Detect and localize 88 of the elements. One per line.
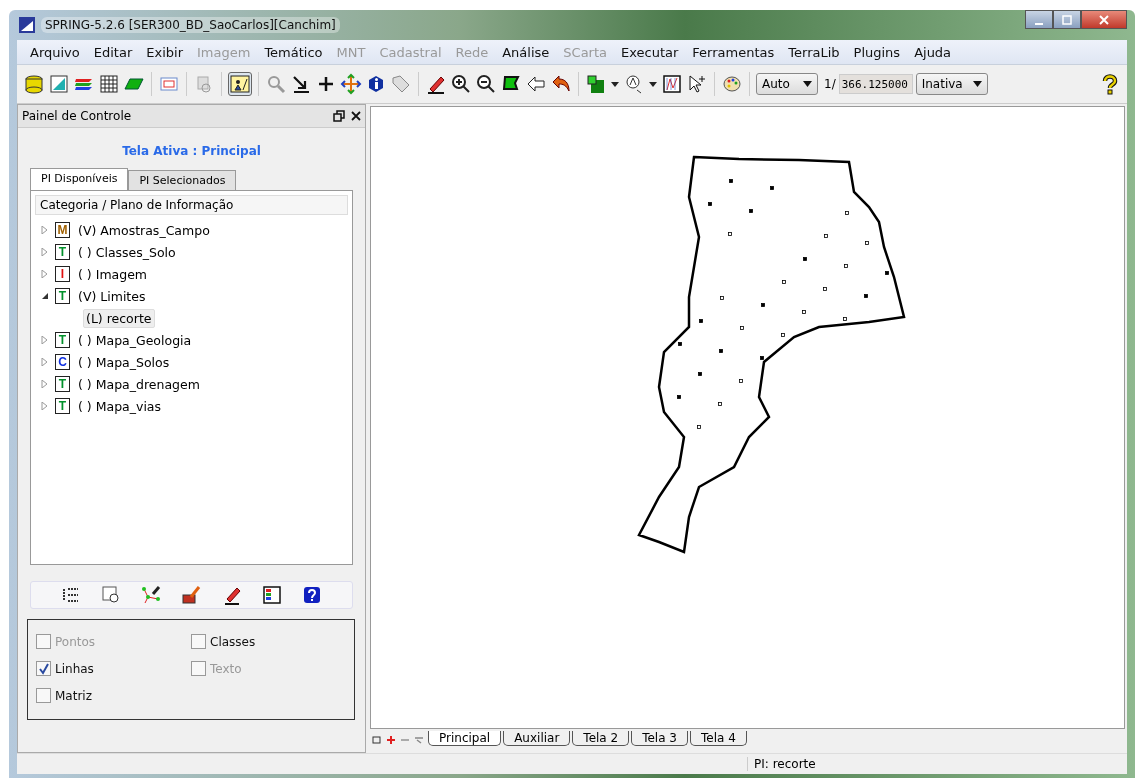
- view-tab[interactable]: Tela 3: [631, 731, 688, 746]
- app-icon: [19, 17, 35, 33]
- maximize-button[interactable]: [1053, 10, 1081, 29]
- collapsed-arrow-icon[interactable]: [41, 270, 49, 278]
- zoom-in-icon[interactable]: [450, 73, 472, 95]
- layer-type-badge: T: [55, 332, 70, 348]
- caret-icon: [803, 81, 812, 87]
- tree-header: Categoria / Plano de Informação: [35, 195, 348, 215]
- database-icon[interactable]: [23, 73, 45, 95]
- menu-item[interactable]: Arquivo: [23, 44, 87, 60]
- tree-item[interactable]: ( ) Mapa_drenagem: [76, 375, 202, 393]
- checkbox[interactable]: [191, 634, 206, 649]
- tree-item[interactable]: ( ) Mapa_Geologia: [76, 331, 194, 349]
- caret-icon: [972, 81, 982, 87]
- palette-icon[interactable]: [721, 73, 743, 95]
- grid-icon[interactable]: [98, 73, 120, 95]
- minimize-button[interactable]: [1025, 10, 1053, 29]
- tree-item[interactable]: ( ) Mapa_Solos: [76, 353, 172, 371]
- grid-pencil-icon[interactable]: [181, 585, 202, 605]
- close-icon: [1099, 14, 1109, 25]
- maximize-icon: [1062, 14, 1072, 25]
- menu-item[interactable]: Temático: [257, 44, 330, 60]
- layer-type-badge: C: [55, 354, 70, 370]
- collapsed-arrow-icon[interactable]: [41, 226, 49, 234]
- tree-item[interactable]: (L) recorte: [83, 308, 155, 328]
- view-tab[interactable]: Tela 2: [572, 731, 630, 746]
- layer-type-badge: T: [55, 244, 70, 260]
- menu-item[interactable]: Análise: [495, 44, 557, 60]
- color-table-icon[interactable]: [261, 585, 282, 605]
- tree-item[interactable]: ( ) Imagem: [76, 265, 150, 283]
- window-title: SPRING-5.2.6 [SER300_BD_SaoCarlos][Canchim]: [41, 17, 340, 33]
- table-zoom-icon[interactable]: [101, 585, 122, 605]
- menu-item[interactable]: Ajuda: [907, 44, 959, 60]
- active-view-label: Tela Ativa : Principal: [121, 144, 262, 158]
- scale-field[interactable]: 366.125000: [838, 74, 913, 94]
- tree-item[interactable]: ( ) Mapa_vias: [76, 397, 164, 415]
- status-text: PI: recorte: [747, 757, 816, 771]
- close-button[interactable]: [1081, 10, 1127, 29]
- collapsed-arrow-icon[interactable]: [41, 248, 49, 256]
- help-icon[interactable]: [301, 585, 322, 605]
- menu-item[interactable]: Executar: [614, 44, 686, 60]
- tree-item[interactable]: (V) Limites: [76, 287, 148, 305]
- checkbox[interactable]: [36, 661, 51, 676]
- squares-icon[interactable]: [585, 73, 607, 95]
- menu-item[interactable]: Exibir: [139, 44, 190, 60]
- collapsed-arrow-icon[interactable]: [41, 380, 49, 388]
- chart-icon[interactable]: [661, 73, 683, 95]
- layer-type-badge: M: [55, 222, 70, 238]
- tree-item[interactable]: ( ) Classes_Solo: [76, 243, 178, 261]
- checkbox-label: Texto: [210, 661, 242, 676]
- layer-type-badge: T: [55, 376, 70, 392]
- add-icon[interactable]: [386, 735, 396, 745]
- view-tab[interactable]: Auxiliar: [503, 731, 571, 746]
- panel-tab[interactable]: PI Disponíveis: [30, 168, 129, 191]
- scale-label: 1/: [824, 77, 836, 91]
- checkbox-label: Classes: [210, 634, 256, 649]
- tree-item[interactable]: (V) Amostras_Campo: [76, 221, 212, 239]
- collapsed-arrow-icon[interactable]: [41, 358, 49, 366]
- view-tab[interactable]: Principal: [428, 731, 502, 746]
- cursor-mode-dropdown[interactable]: Inativa: [915, 73, 988, 95]
- checkbox[interactable]: [36, 688, 51, 703]
- window-icon[interactable]: [372, 735, 382, 745]
- drawing-tool-icon[interactable]: [228, 72, 252, 96]
- zoom-mode-dropdown[interactable]: Auto: [756, 73, 818, 95]
- layer-type-badge: T: [55, 288, 70, 304]
- panel-title: Painel de Controle: [22, 109, 132, 123]
- checkbox-label: Matriz: [55, 688, 92, 703]
- menu-item[interactable]: TerraLib: [781, 44, 847, 60]
- arrow-to-corner-icon[interactable]: [290, 73, 312, 95]
- menu-item[interactable]: Plugins: [846, 44, 908, 60]
- menu-item[interactable]: Ferramentas: [685, 44, 782, 60]
- collapsed-arrow-icon[interactable]: [41, 336, 49, 344]
- layer-type-badge: T: [55, 398, 70, 414]
- move-icon[interactable]: [340, 73, 362, 95]
- checkbox-label: Linhas: [55, 661, 94, 676]
- view-tab[interactable]: Tela 4: [690, 731, 747, 746]
- close-icon[interactable]: [351, 111, 361, 121]
- vertex-edit-icon[interactable]: [141, 585, 162, 605]
- collapsed-arrow-icon[interactable]: [41, 402, 49, 410]
- restore-icon[interactable]: [333, 110, 345, 122]
- minimize-icon: [1035, 22, 1043, 25]
- menu-item[interactable]: Editar: [86, 44, 140, 60]
- zoom-out-icon[interactable]: [475, 73, 497, 95]
- expanded-arrow-icon[interactable]: [41, 292, 49, 300]
- panel-tab[interactable]: PI Selecionados: [128, 170, 237, 191]
- checkbox-label: Pontos: [55, 634, 96, 649]
- layer-type-badge: I: [55, 266, 70, 282]
- pointer-plus-icon[interactable]: [686, 73, 708, 95]
